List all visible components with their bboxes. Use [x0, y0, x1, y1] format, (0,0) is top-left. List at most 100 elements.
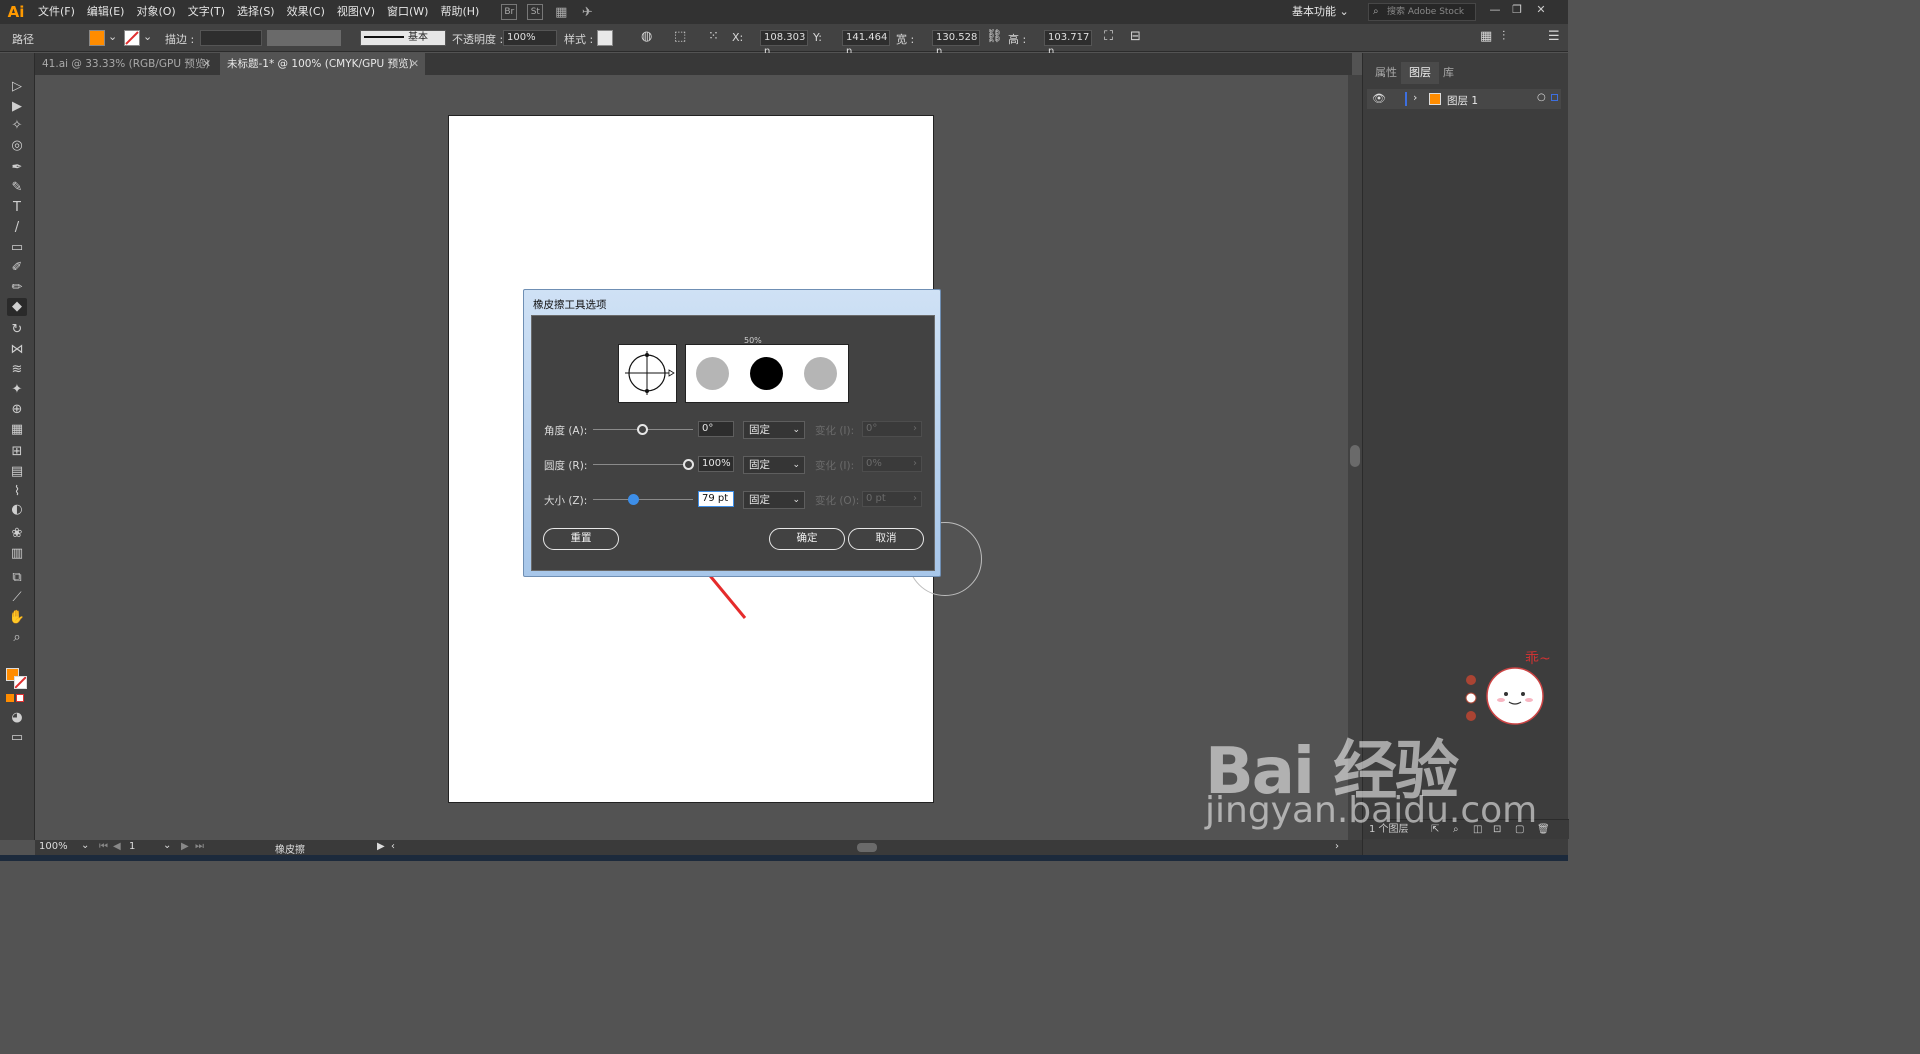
status-menu-icon[interactable]: ▶ [377, 841, 385, 852]
eyedropper-tool-icon[interactable]: ⌇ [7, 483, 27, 501]
menu-effect[interactable]: 效果(C) [281, 0, 331, 24]
target-icon[interactable]: ○ [1537, 92, 1546, 103]
rotate-tool-icon[interactable]: ↻ [7, 321, 27, 339]
menu-help[interactable]: 帮助(H) [434, 0, 485, 24]
stock-search-input[interactable]: ⌕ 搜索 Adobe Stock [1368, 3, 1476, 21]
mesh-tool-icon[interactable]: ⊞ [7, 443, 27, 461]
size-mode-select[interactable]: 固定 ⌄ [743, 491, 805, 509]
stock-icon[interactable]: St [527, 4, 544, 20]
graphic-style-swatch[interactable] [597, 30, 613, 46]
zoom-tool-icon[interactable]: ⌕ [7, 629, 27, 647]
width-tool-icon[interactable]: ⋈ [7, 341, 27, 359]
layer-row[interactable]: 👁 › 图层 1 ○ [1367, 89, 1561, 109]
hand-tool-icon[interactable]: ✋ [7, 609, 27, 627]
menu-object[interactable]: 对象(O) [130, 0, 181, 24]
x-position-field[interactable]: 108.303 n [760, 30, 808, 57]
tab-41-ai[interactable]: 41.ai @ 33.33% (RGB/GPU 预览) ✕ [35, 53, 217, 75]
workspace-switcher[interactable]: 基本功能 ⌄ [1292, 3, 1354, 21]
isolate-object-icon[interactable]: ⊟ [1130, 29, 1141, 44]
roundness-slider-handle[interactable] [683, 459, 694, 470]
next-artboard-icon[interactable]: ▶ [181, 841, 189, 852]
shape-builder-tool-icon[interactable]: ⊕ [7, 401, 27, 419]
angle-slider-handle[interactable] [637, 424, 648, 435]
angle-mode-select[interactable]: 固定 ⌄ [743, 421, 805, 439]
type-tool-icon[interactable]: T [7, 199, 27, 217]
first-artboard-icon[interactable]: ⏮ [99, 841, 108, 852]
eraser-tool-icon[interactable]: ◆ [7, 298, 27, 316]
eye-icon[interactable]: 👁 [1372, 92, 1386, 105]
shaper-tool-icon[interactable]: ✏ [7, 279, 27, 297]
arrange-icon[interactable]: ▦ [1480, 29, 1492, 44]
menu-edit[interactable]: 编辑(E) [81, 0, 131, 24]
size-value-field[interactable]: 79 pt [698, 491, 734, 507]
chevron-right-icon[interactable]: › [1413, 91, 1417, 104]
close-icon[interactable]: ✕ [202, 53, 211, 75]
artboard-number[interactable]: 1 [129, 841, 135, 852]
draw-mode-icon[interactable]: ◕ [7, 709, 27, 727]
menu-type[interactable]: 文字(T) [182, 0, 231, 24]
color-mode-icon[interactable] [6, 694, 14, 702]
perspective-grid-tool-icon[interactable]: ▦ [7, 421, 27, 439]
size-slider-handle[interactable] [628, 494, 639, 505]
direct-selection-tool-icon[interactable]: ▶ [7, 98, 27, 116]
cancel-button[interactable]: 取消 [848, 528, 924, 550]
size-slider-track[interactable] [593, 499, 693, 500]
opacity-field[interactable]: 100% [503, 30, 557, 46]
restore-button[interactable]: ❐ [1508, 3, 1526, 17]
recolor-artwork-icon[interactable]: ◍ [641, 29, 652, 44]
pen-tool-icon[interactable]: ✒ [7, 159, 27, 177]
chevron-down-icon[interactable]: ⌄ [81, 840, 89, 851]
scroll-right-icon[interactable]: › [1335, 841, 1339, 852]
tab-untitled-1[interactable]: 未标题-1* @ 100% (CMYK/GPU 预览) ✕ [220, 53, 425, 75]
puppet-warp-tool-icon[interactable]: ✦ [7, 381, 27, 399]
angle-value-field[interactable]: 0° [698, 421, 734, 437]
height-field[interactable]: 103.717 n [1044, 30, 1092, 57]
paintbrush-tool-icon[interactable]: ✐ [7, 259, 27, 277]
magic-wand-tool-icon[interactable]: ✧ [7, 117, 27, 135]
slice-tool-icon[interactable]: ⟋ [7, 589, 27, 607]
line-tool-icon[interactable]: / [7, 219, 27, 237]
menu-select[interactable]: 选择(S) [231, 0, 281, 24]
menu-file[interactable]: 文件(F) [32, 0, 81, 24]
previous-artboard-icon[interactable]: ◀ [113, 841, 121, 852]
reset-button[interactable]: 重置 [543, 528, 619, 550]
menu-window[interactable]: 窗口(W) [381, 0, 434, 24]
horizontal-scrollbar-thumb[interactable] [857, 843, 877, 852]
trash-icon[interactable]: 🗑 [1537, 820, 1550, 840]
selection-indicator-icon[interactable] [1551, 94, 1558, 101]
selection-tool-icon[interactable]: ▷ [7, 78, 27, 96]
scrollbar-thumb[interactable] [1350, 445, 1360, 467]
transform-icon[interactable]: ⛶ [1104, 29, 1113, 44]
gpu-performance-icon[interactable]: ✈ [579, 4, 595, 20]
lasso-tool-icon[interactable]: ◎ [7, 137, 27, 155]
variable-width-profile[interactable] [267, 30, 341, 46]
menu-view[interactable]: 视图(V) [331, 0, 381, 24]
stroke-color-icon[interactable] [14, 676, 27, 689]
width-field[interactable]: 130.528 n [932, 30, 980, 57]
stroke-weight-field[interactable] [200, 30, 262, 46]
column-graph-tool-icon[interactable]: ▥ [7, 545, 27, 563]
tab-properties[interactable]: 属性 [1367, 62, 1405, 84]
gradient-tool-icon[interactable]: ▤ [7, 463, 27, 481]
stroke-swatch[interactable] [124, 30, 140, 46]
tab-layers[interactable]: 图层 [1401, 62, 1439, 84]
ok-button[interactable]: 确定 [769, 528, 845, 550]
roundness-slider-track[interactable] [593, 464, 693, 465]
link-constrain-icon[interactable]: ⛓ [986, 29, 1003, 44]
last-artboard-icon[interactable]: ⏭ [195, 841, 204, 852]
rectangle-tool-icon[interactable]: ▭ [7, 239, 27, 257]
y-position-field[interactable]: 141.464 n [842, 30, 890, 57]
minimize-button[interactable]: — [1486, 3, 1504, 17]
reference-point-icon[interactable]: ⁙ [708, 29, 719, 44]
arrange-documents-icon[interactable]: ▦ [553, 4, 569, 20]
warp-tool-icon[interactable]: ≋ [7, 361, 27, 379]
artboard-tool-icon[interactable]: ⧉ [7, 569, 27, 587]
scroll-left-icon[interactable]: ‹ [391, 841, 395, 852]
curvature-tool-icon[interactable]: ✎ [7, 179, 27, 197]
align-to-icon[interactable]: ⬚ [674, 29, 686, 44]
roundness-value-field[interactable]: 100% [698, 456, 734, 472]
none-mode-icon[interactable] [16, 694, 24, 702]
close-window-button[interactable]: ✕ [1532, 3, 1550, 17]
symbol-sprayer-tool-icon[interactable]: ❀ [7, 525, 27, 543]
chevron-down-icon[interactable]: ⌄ [143, 30, 152, 43]
